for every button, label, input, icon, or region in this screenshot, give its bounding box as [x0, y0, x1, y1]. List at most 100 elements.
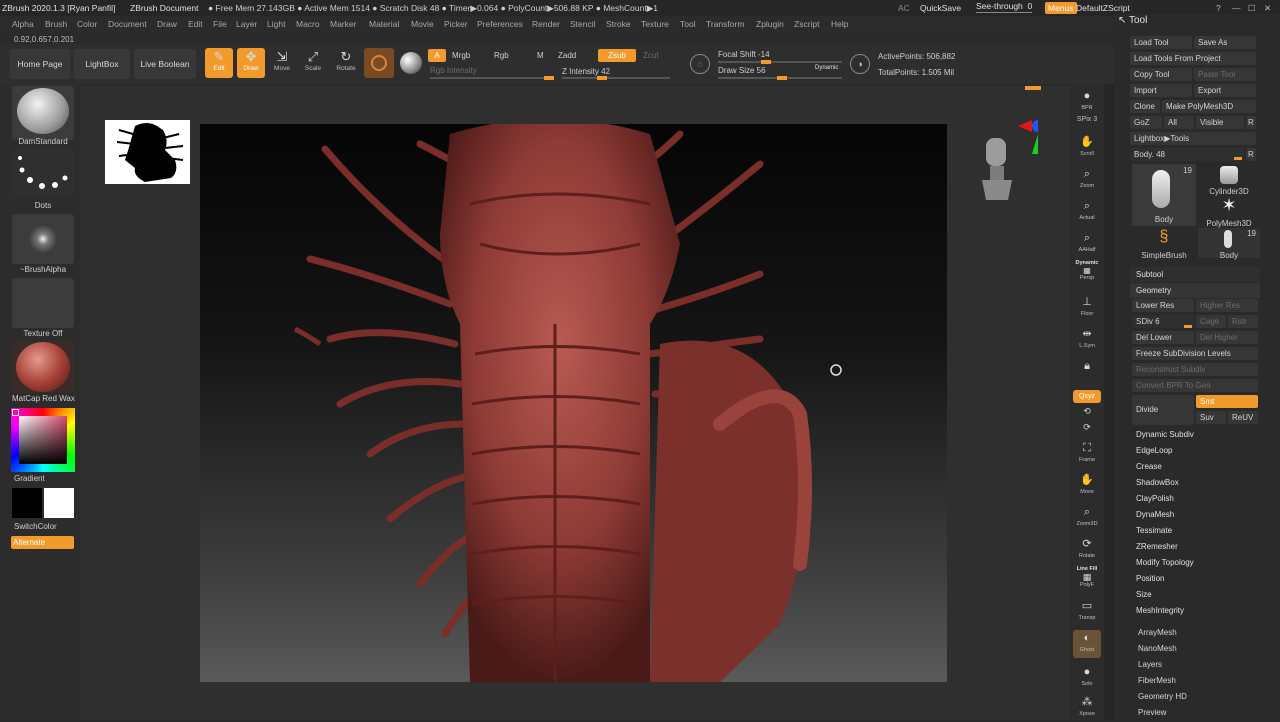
nanomesh-section[interactable]: NanoMesh — [1138, 642, 1177, 655]
pivot-button[interactable]: ⟳ — [1073, 421, 1101, 435]
smt-toggle[interactable]: Smt — [1196, 395, 1258, 408]
reconstruct-subdiv-button[interactable]: Reconstruct Subdiv — [1132, 363, 1258, 376]
ac-label[interactable]: AC — [898, 0, 910, 16]
z-intensity-track[interactable] — [562, 76, 670, 80]
secondary-color-swatch[interactable] — [12, 488, 42, 518]
actual-button[interactable]: ⌕ Actual — [1073, 198, 1101, 226]
menu-stencil[interactable]: Stencil — [570, 16, 596, 32]
menu-zplugin[interactable]: Zplugin — [756, 16, 784, 32]
menu-transform[interactable]: Transform — [706, 16, 744, 32]
tool-thumb-body-1[interactable]: 19 Body — [1132, 164, 1196, 226]
menu-edit[interactable]: Edit — [188, 16, 203, 32]
menu-marker[interactable]: Marker — [330, 16, 356, 32]
alpha-thumbnail[interactable] — [12, 214, 74, 264]
convert-bpr-button[interactable]: Convert BPR To Geo — [1132, 379, 1258, 392]
rgb-button[interactable]: Rgb — [494, 51, 509, 60]
alternate-button[interactable]: Alternate — [11, 536, 74, 549]
tool-thumb-body-2[interactable]: 19 Body — [1198, 228, 1260, 260]
fibermesh-section[interactable]: FiberMesh — [1138, 674, 1176, 687]
reference-image-thumbnail[interactable] — [105, 120, 190, 184]
dynamic-icon[interactable]: ◑ — [850, 54, 870, 74]
rgb-intensity-track[interactable] — [430, 76, 554, 80]
see-through-slider[interactable]: See-through 0 — [976, 1, 1033, 13]
live-boolean-button[interactable]: Live Boolean — [134, 49, 196, 79]
freeze-subdivision-button[interactable]: Freeze SubDivision Levels — [1132, 347, 1258, 360]
menu-color[interactable]: Color — [77, 16, 97, 32]
scroll-button[interactable]: ✋ Scroll — [1073, 134, 1101, 162]
suv-toggle[interactable]: Suv — [1196, 411, 1226, 424]
brush-thumbnail[interactable] — [12, 86, 74, 140]
clone-button[interactable]: Clone — [1130, 100, 1160, 113]
polyf-button[interactable]: Line Fill ▦ PolyF — [1073, 566, 1101, 594]
quicksave-button[interactable]: QuickSave — [920, 0, 961, 16]
load-tool-button[interactable]: Load Tool — [1130, 36, 1192, 49]
lazy-mouse-icon[interactable]: ◌ — [690, 54, 710, 74]
m-button[interactable]: M — [537, 51, 544, 60]
menu-macro[interactable]: Macro — [296, 16, 320, 32]
navigation-gizmo[interactable] — [978, 118, 1044, 202]
menu-light[interactable]: Light — [267, 16, 285, 32]
current-tool-slider[interactable]: Body. 48 — [1130, 148, 1244, 161]
dynamic-subdiv-section[interactable]: Dynamic Subdiv — [1130, 427, 1260, 442]
export-button[interactable]: Export — [1194, 84, 1256, 97]
menu-material[interactable]: Material — [369, 16, 399, 32]
save-as-button[interactable]: Save As — [1194, 36, 1256, 49]
menu-brush[interactable]: Brush — [45, 16, 67, 32]
lower-res-button[interactable]: Lower Res — [1132, 299, 1194, 312]
xpose-button[interactable]: ⁂ Xpose — [1073, 694, 1101, 722]
focal-shift-track[interactable] — [718, 60, 842, 64]
position-section[interactable]: Position — [1130, 571, 1260, 586]
aahalf-button[interactable]: ⌕ AAHalf — [1073, 230, 1101, 258]
layers-section[interactable]: Layers — [1138, 658, 1162, 671]
preview-section[interactable]: Preview — [1138, 706, 1166, 719]
tool-thumb-simplebrush[interactable]: § SimpleBrush — [1132, 228, 1196, 260]
tool-thumb-cylinder3d[interactable]: Cylinder3D — [1198, 164, 1260, 196]
transp-button[interactable]: ▭ Transp — [1073, 598, 1101, 626]
menu-draw[interactable]: Draw — [157, 16, 177, 32]
zadd-button[interactable]: Zadd — [558, 51, 576, 60]
higher-res-button[interactable]: Higher Res — [1196, 299, 1258, 312]
arraymesh-section[interactable]: ArrayMesh — [1138, 626, 1177, 639]
lsym-button[interactable]: ⇹ L.Sym — [1073, 326, 1101, 354]
menu-help[interactable]: Help — [831, 16, 848, 32]
material-swatch-button[interactable] — [364, 48, 394, 78]
shadowbox-section[interactable]: ShadowBox — [1130, 475, 1260, 490]
paste-tool-button[interactable]: Paste Tool — [1194, 68, 1256, 81]
main-color-swatch[interactable] — [44, 488, 74, 518]
cage-button[interactable]: Cage — [1196, 315, 1226, 328]
divide-button[interactable]: Divide — [1132, 395, 1194, 425]
menu-preferences[interactable]: Preferences — [477, 16, 523, 32]
z-intensity-slider[interactable]: Z Intensity 42 — [562, 67, 610, 76]
del-higher-button[interactable]: Del Higher — [1196, 331, 1258, 344]
draw-size-track[interactable] — [718, 76, 842, 80]
geometry-section[interactable]: Geometry — [1130, 283, 1260, 298]
color-picker[interactable] — [11, 408, 75, 472]
menu-tool[interactable]: Tool — [680, 16, 696, 32]
lightbox-tools-button[interactable]: Lightbox▶Tools — [1130, 132, 1256, 145]
make-polymesh3d-button[interactable]: Make PolyMesh3D — [1162, 100, 1256, 113]
edgeloop-section[interactable]: EdgeLoop — [1130, 443, 1260, 458]
zoom-button[interactable]: ⌕ Zoom — [1073, 166, 1101, 194]
texture-thumbnail[interactable] — [12, 278, 74, 328]
rstr-button[interactable]: Rstr — [1228, 315, 1258, 328]
move-view-button[interactable]: ✋ Move — [1073, 472, 1101, 500]
scale-button[interactable]: ⤢ Scale — [299, 48, 327, 78]
tessimate-section[interactable]: Tessimate — [1130, 523, 1260, 538]
rotate-view-button[interactable]: ⟳ Rotate — [1073, 536, 1101, 564]
edit-button[interactable]: ✎ Edit — [205, 48, 233, 78]
goz-all-button[interactable]: All — [1164, 116, 1194, 129]
lightbox-button[interactable]: LightBox — [74, 49, 130, 79]
move-button[interactable]: ⇲ Move — [268, 48, 296, 78]
color-picker-square[interactable] — [19, 416, 67, 464]
color-sphere-icon[interactable] — [400, 52, 422, 74]
lock-button[interactable]: 🔒︎ — [1073, 358, 1101, 382]
menu-layer[interactable]: Layer — [236, 16, 257, 32]
menu-render[interactable]: Render — [532, 16, 560, 32]
tool-thumb-polymesh3d[interactable]: ✶ PolyMesh3D — [1198, 196, 1260, 228]
home-page-button[interactable]: Home Page — [10, 49, 70, 79]
load-tools-from-project-button[interactable]: Load Tools From Project — [1130, 52, 1256, 65]
menu-texture[interactable]: Texture — [641, 16, 669, 32]
stroke-thumbnail[interactable] — [12, 150, 74, 196]
size-section[interactable]: Size — [1130, 587, 1260, 602]
del-lower-button[interactable]: Del Lower — [1132, 331, 1194, 344]
